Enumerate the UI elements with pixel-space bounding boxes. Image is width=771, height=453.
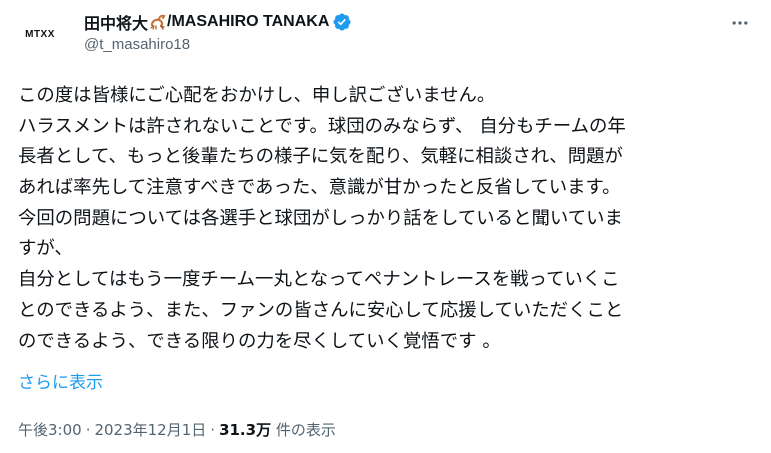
display-name-row: 田中将大 /MASAHIRO TANAKA [84, 10, 352, 34]
avatar[interactable]: MTXX [16, 10, 64, 58]
tweet-header: MTXX 田中将大 /MASAHIRO TANAKA @t_masahiro18 [16, 6, 761, 62]
tweet-time[interactable]: 午後3:00 [18, 421, 82, 439]
tweet-text: この度は皆様にご心配をおかけし、申し訳ございません。 ハラスメントは許されないこ… [18, 81, 763, 357]
show-more-link[interactable]: さらに表示 [18, 369, 103, 397]
meta-separator: · [210, 421, 216, 439]
tweet-text-line: 自分としてはもう一度チーム一丸となってペナントレースを戦っていくこ [18, 269, 620, 291]
more-options-button[interactable] [725, 10, 755, 40]
tweet-text-line: この度は皆様にご心配をおかけし、申し訳ございません。 [18, 85, 496, 106]
display-name[interactable]: 田中将大 [84, 10, 148, 34]
tweet-date[interactable]: 2023年12月1日 [94, 421, 206, 439]
tweet-text-line: ハラスメントは許されないことです。球団のみならず、 自分もチームの年 [18, 115, 626, 137]
tweet-meta: 午後3:00 · 2023年12月1日 · 31.3万 件の表示 [18, 416, 336, 444]
verified-badge-icon[interactable] [332, 12, 352, 32]
meta-separator: · [85, 421, 91, 439]
tweet-text-line: すが、 [18, 238, 73, 260]
tweet-text-line: 今回の問題については各選手と球団がしっかり話をしていると聞いていま [18, 207, 623, 229]
scorpion-icon [149, 13, 167, 31]
tweet-text-line: のできるよう、できる限りの力を尽くしていく覚悟です 。 [18, 330, 501, 352]
views-label: 件の表示 [275, 421, 336, 439]
tweet-text-line: 長者として、もっと後輩たちの様子に気を配り、気軽に相談され、問題が [18, 146, 623, 168]
tweet-text-line: とのできるよう、また、ファンの皆さんに安心して応援していただくこと [18, 299, 624, 321]
display-name-suffix[interactable]: /MASAHIRO TANAKA [167, 13, 329, 31]
author-names: 田中将大 /MASAHIRO TANAKA @t_masahiro18 [84, 10, 352, 56]
avatar-logo-text: MTXX [25, 28, 55, 40]
tweet: MTXX 田中将大 /MASAHIRO TANAKA @t_masahiro18… [0, 0, 771, 453]
tweet-text-line: あれば率先して注意すべきであった、意識が甘かったと反省しています。 [18, 177, 621, 199]
views-count: 31.3万 [219, 421, 272, 439]
more-horizontal-icon [730, 13, 750, 37]
author-handle[interactable]: @t_masahiro18 [84, 34, 352, 56]
avatar-logo: MTXX [25, 29, 55, 40]
